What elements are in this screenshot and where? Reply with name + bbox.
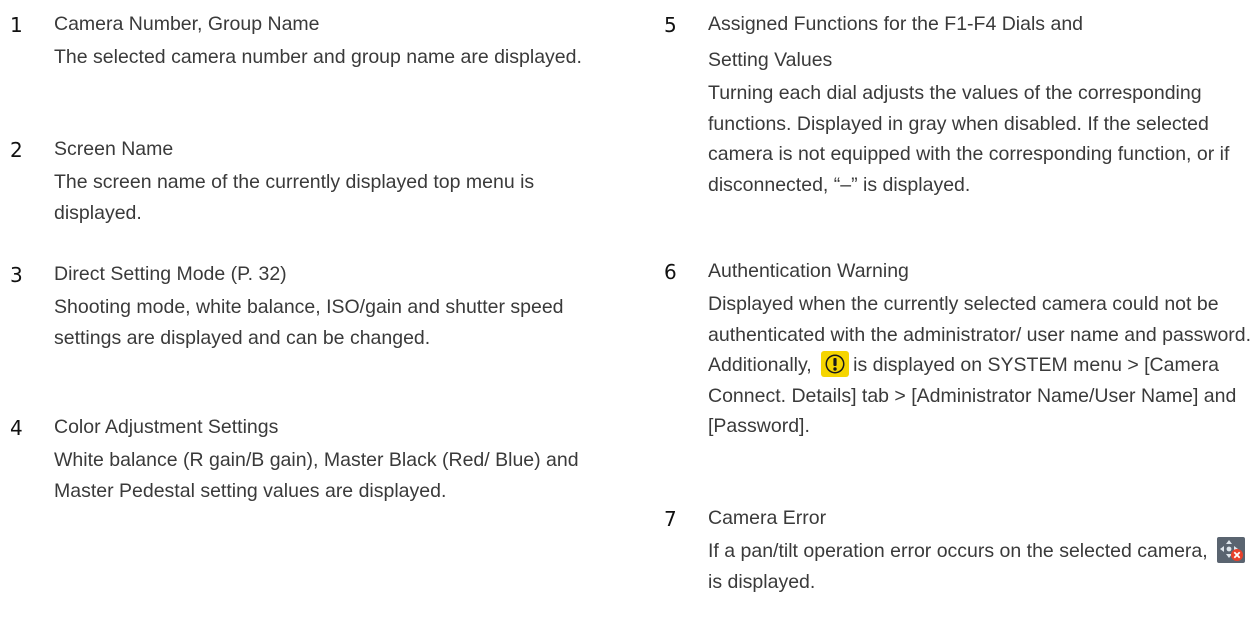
item-title: Camera Number, Group Name	[54, 13, 320, 35]
pan-tilt-error-icon	[1217, 537, 1246, 563]
warning-icon	[821, 351, 850, 377]
list-item: 4 Color Adjustment Settings White balanc…	[0, 409, 674, 506]
item-title: Color Adjustment Settings	[54, 416, 279, 438]
item-number: 2	[10, 138, 23, 162]
item-description: The screen name of the currently display…	[54, 171, 535, 224]
item-number: 5	[664, 13, 677, 37]
item-description: Displayed when the currently selected ca…	[708, 289, 1256, 442]
item-title: Screen Name	[54, 138, 174, 160]
item-number: 3	[10, 263, 23, 287]
description-text: If a pan/tilt operation error occurs on …	[708, 540, 1208, 562]
item-number: 4	[10, 416, 23, 440]
list-item: 7 Camera Error If a pan/tilt operation e…	[654, 500, 1257, 597]
item-description: If a pan/tilt operation error occurs on …	[708, 536, 1256, 597]
list-item: 3 Direct Setting Mode (P. 32) Shooting m…	[0, 256, 674, 353]
item-title: Authentication Warning	[708, 260, 909, 282]
item-title: Direct Setting Mode (P. 32)	[54, 263, 287, 285]
item-title: Camera Error	[708, 507, 827, 529]
item-number: 6	[664, 260, 677, 284]
item-number: 7	[664, 507, 677, 531]
item-description: Shooting mode, white balance, ISO/gain a…	[54, 296, 564, 349]
list-item: 5 Assigned Functions for the F1-F4 Dials…	[654, 6, 1257, 200]
item-description: White balance (R gain/B gain), Master Bl…	[54, 449, 579, 502]
item-title: Assigned Functions for the F1-F4 Dials a…	[708, 13, 1084, 71]
list-item: 6 Authentication Warning Displayed when …	[654, 253, 1257, 442]
description-text: is displayed.	[708, 570, 816, 593]
list-item: 2 Screen Name The screen name of the cur…	[0, 131, 674, 228]
item-description: The selected camera number and group nam…	[54, 46, 582, 68]
item-description: Turning each dial adjusts the values of …	[708, 82, 1230, 196]
list-item: 1 Camera Number, Group Name The selected…	[0, 6, 674, 73]
item-number: 1	[10, 13, 23, 37]
